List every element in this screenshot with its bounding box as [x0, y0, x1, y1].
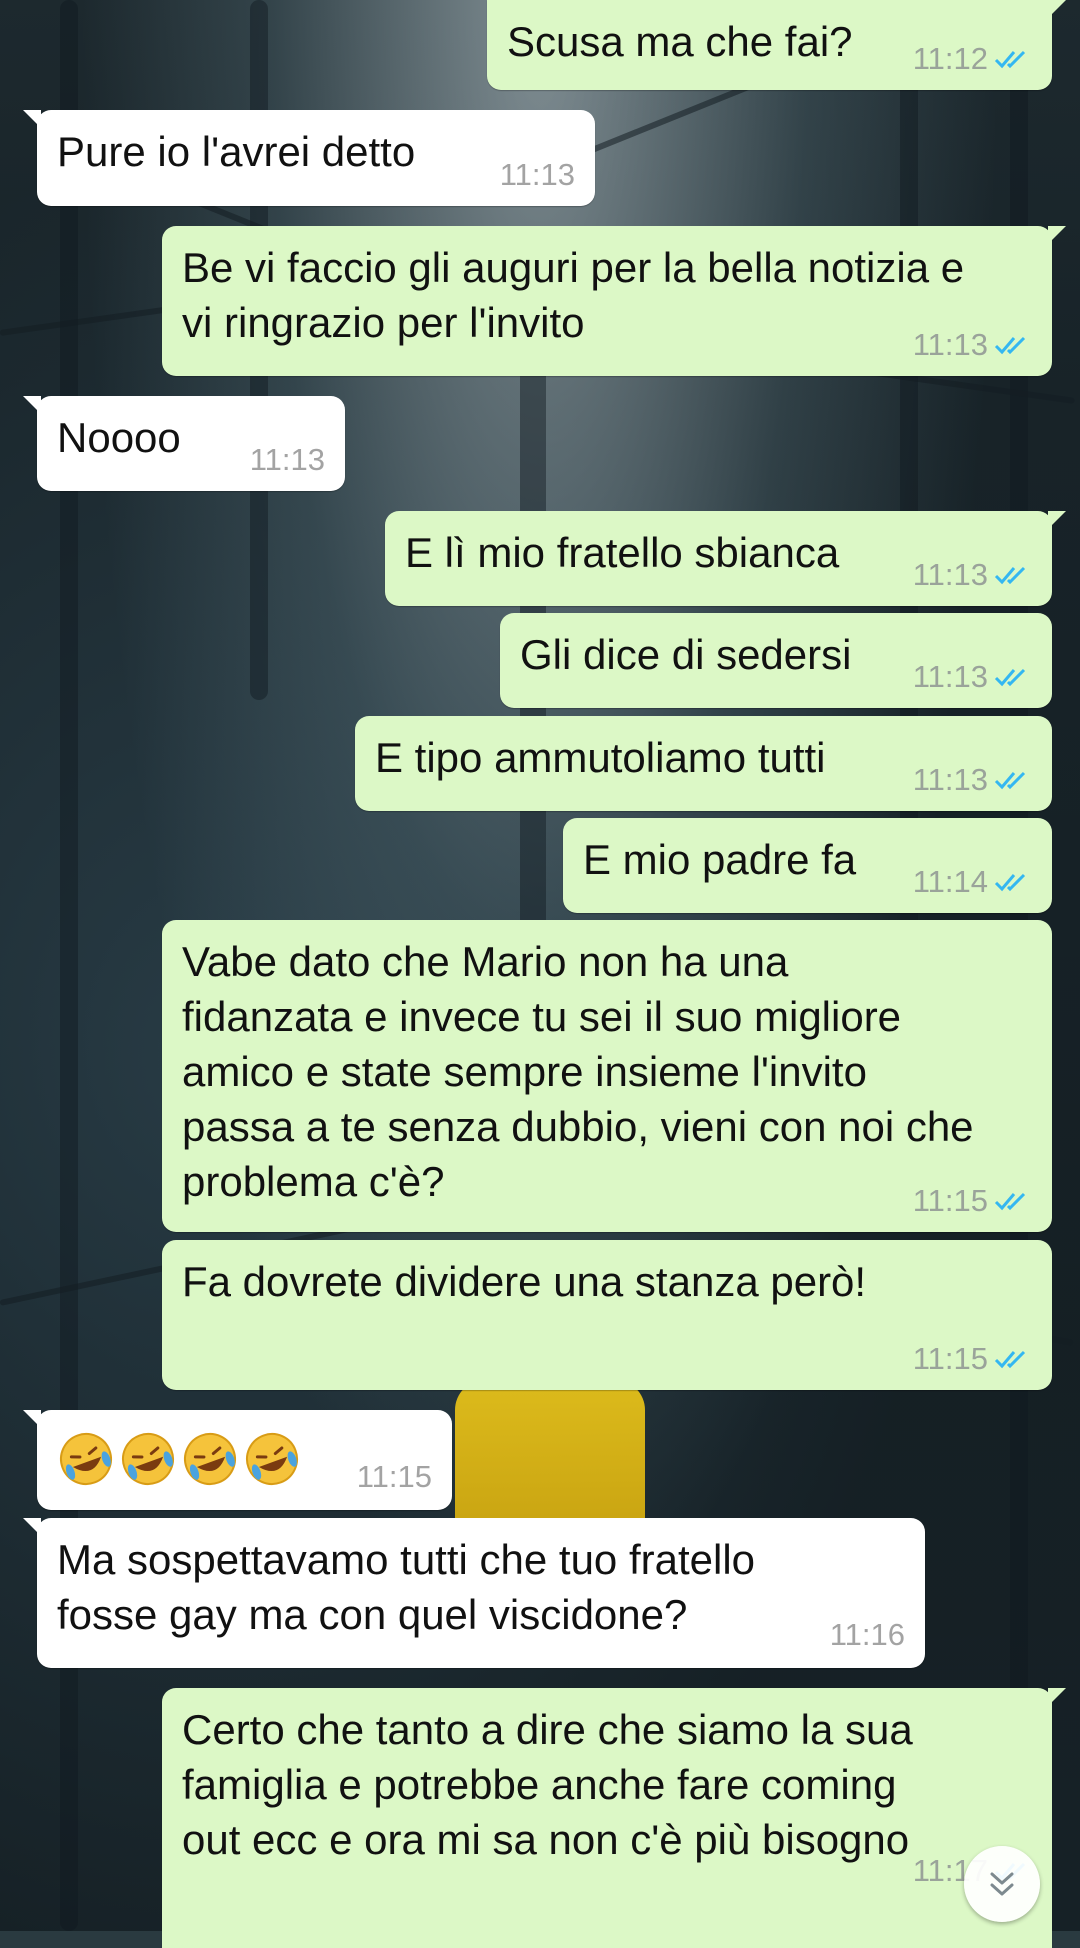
- outgoing-message[interactable]: Vabe dato che Mario non ha una fidanzata…: [162, 920, 1052, 1232]
- message-meta: 11:13: [913, 328, 1032, 362]
- message-time: 11:13: [499, 157, 575, 192]
- incoming-message[interactable]: Noooo 11:13: [23, 396, 345, 491]
- outgoing-message[interactable]: Gli dice di sedersi 11:13: [500, 613, 1052, 708]
- message-time: 11:13: [912, 659, 988, 694]
- message-meta: 11:13: [913, 660, 1032, 694]
- double-check-icon: [994, 1189, 1032, 1213]
- outgoing-message[interactable]: E tipo ammutoliamo tutti 11:13: [355, 716, 1052, 811]
- message-meta: 11:14: [913, 865, 1032, 899]
- message-meta: 11:13: [913, 763, 1032, 797]
- incoming-message[interactable]: 11:15: [23, 1410, 452, 1510]
- outgoing-message[interactable]: Scusa ma che fai? 11:12: [487, 0, 1066, 90]
- message-text: Vabe dato che Mario non ha una fidanzata…: [182, 938, 974, 1205]
- message-text: E lì mio fratello sbianca: [405, 529, 840, 576]
- scroll-to-bottom-button[interactable]: [964, 1846, 1040, 1922]
- message-time: 11:15: [356, 1459, 432, 1494]
- chat-conversation[interactable]: Scusa ma che fai? 11:12 Pure io l'avrei …: [0, 0, 1080, 1948]
- rofl-emoji: [57, 1430, 115, 1488]
- message-meta: 11:13: [250, 443, 325, 477]
- message-text: Be vi faccio gli auguri per la bella not…: [182, 244, 965, 346]
- double-check-icon: [994, 333, 1032, 357]
- message-text: Certo che tanto a dire che siamo la sua …: [182, 1706, 913, 1863]
- message-meta: 11:13: [500, 158, 575, 192]
- outgoing-message[interactable]: Be vi faccio gli auguri per la bella not…: [162, 226, 1066, 376]
- message-time: 11:13: [912, 762, 988, 797]
- message-text: Fa dovrete dividere una stanza però!: [182, 1258, 867, 1305]
- message-meta: 11:15: [913, 1184, 1032, 1218]
- message-text: E tipo ammutoliamo tutti: [375, 734, 826, 781]
- rofl-emoji: [119, 1430, 177, 1488]
- chevrons-down-icon: [984, 1866, 1020, 1902]
- incoming-message[interactable]: Pure io l'avrei detto 11:13: [23, 110, 595, 206]
- incoming-message[interactable]: Ma sospettavamo tutti che tuo fratello f…: [23, 1518, 925, 1668]
- message-meta: 11:15: [913, 1342, 1032, 1376]
- message-time: 11:13: [912, 557, 988, 592]
- double-check-icon: [994, 768, 1032, 792]
- outgoing-message[interactable]: Certo che tanto a dire che siamo la sua …: [162, 1688, 1066, 1948]
- message-time: 11:13: [912, 327, 988, 362]
- message-time: 11:15: [912, 1341, 988, 1376]
- outgoing-message[interactable]: E lì mio fratello sbianca 11:13: [385, 511, 1066, 606]
- emoji-row: [57, 1432, 305, 1485]
- message-time: 11:12: [912, 41, 988, 76]
- message-text: Pure io l'avrei detto: [57, 128, 416, 175]
- double-check-icon: [994, 563, 1032, 587]
- message-text: Noooo: [57, 414, 181, 461]
- message-meta: 11:15: [357, 1460, 432, 1494]
- message-text: Gli dice di sedersi: [520, 631, 852, 678]
- rofl-emoji: [181, 1430, 239, 1488]
- message-time: 11:14: [912, 864, 988, 899]
- double-check-icon: [994, 870, 1032, 894]
- message-time: 11:16: [829, 1617, 905, 1652]
- message-time: 11:13: [249, 442, 325, 477]
- double-check-icon: [994, 1347, 1032, 1371]
- message-time: 11:15: [912, 1183, 988, 1218]
- message-meta: 11:13: [913, 558, 1032, 592]
- outgoing-message[interactable]: Fa dovrete dividere una stanza però! 11:…: [162, 1240, 1052, 1390]
- rofl-emoji: [243, 1430, 301, 1488]
- message-text: Ma sospettavamo tutti che tuo fratello f…: [57, 1536, 756, 1638]
- double-check-icon: [994, 47, 1032, 71]
- double-check-icon: [994, 665, 1032, 689]
- message-text: Scusa ma che fai?: [507, 18, 853, 65]
- message-meta: 11:16: [830, 1618, 905, 1652]
- outgoing-message[interactable]: E mio padre fa 11:14: [563, 818, 1052, 913]
- message-meta: 11:12: [913, 42, 1032, 76]
- message-text: E mio padre fa: [583, 836, 857, 883]
